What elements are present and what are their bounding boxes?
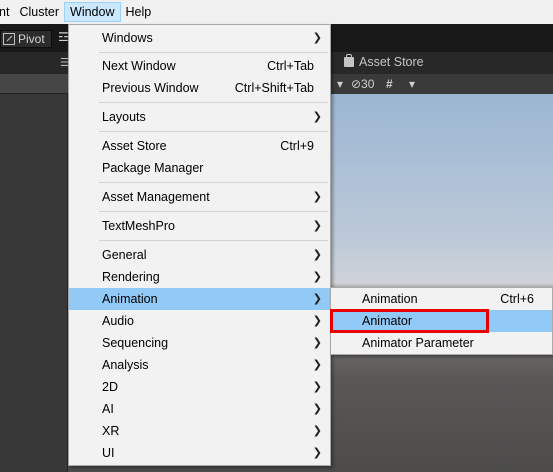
menu-item-textmeshpro[interactable]: TextMeshPro ❯ — [69, 215, 330, 237]
tab-asset-store[interactable]: Asset Store — [344, 54, 424, 69]
scene-visibility-toggle[interactable]: ⊘30 — [351, 77, 374, 91]
menu-component[interactable]: nt — [0, 2, 14, 22]
menu-item-label: Sequencing — [102, 336, 169, 350]
menu-item-label: Windows — [102, 31, 153, 45]
tab-asset-store-label: Asset Store — [359, 55, 424, 69]
menu-item-label: Next Window — [102, 59, 176, 73]
menu-window[interactable]: Window — [64, 2, 121, 22]
chevron-right-icon: ❯ — [312, 425, 322, 437]
chevron-right-icon: ❯ — [312, 381, 322, 393]
menu-item-layouts[interactable]: Layouts ❯ — [69, 106, 330, 128]
menu-separator — [99, 102, 328, 103]
menu-separator — [99, 211, 328, 212]
menu-item-ui[interactable]: UI ❯ — [69, 442, 330, 464]
chevron-right-icon: ❯ — [312, 191, 322, 203]
annotation-highlight-box — [330, 309, 489, 333]
chevron-right-icon: ❯ — [312, 111, 322, 123]
menu-item-label: Previous Window — [102, 81, 199, 95]
menu-item-label: TextMeshPro — [102, 219, 175, 233]
menu-item-label: Animator Parameter — [362, 336, 474, 350]
gizmos-icon[interactable]: # — [386, 77, 393, 91]
menu-item-asset-management[interactable]: Asset Management ❯ — [69, 186, 330, 208]
dropdown-arrow-icon[interactable]: ▾ — [337, 77, 343, 91]
menu-item-label: Layouts — [102, 110, 146, 124]
menu-item-label: 2D — [102, 380, 118, 394]
menu-item-label: Animation — [362, 292, 418, 306]
chevron-right-icon: ❯ — [312, 337, 322, 349]
menu-item-2d[interactable]: 2D ❯ — [69, 376, 330, 398]
menu-item-label: Asset Management — [102, 190, 210, 204]
menu-item-rendering[interactable]: Rendering ❯ — [69, 266, 330, 288]
menu-item-label: Package Manager — [102, 161, 204, 175]
menu-item-previous-window[interactable]: Previous Window Ctrl+Shift+Tab — [69, 77, 330, 99]
menu-item-label: Rendering — [102, 270, 160, 284]
chevron-right-icon: ❯ — [312, 359, 322, 371]
menu-item-label: XR — [102, 424, 120, 438]
menu-help[interactable]: Help — [121, 2, 157, 22]
chevron-right-icon: ❯ — [312, 315, 322, 327]
menu-item-audio[interactable]: Audio ❯ — [69, 310, 330, 332]
gizmos-dropdown-arrow-icon[interactable]: ▾ — [409, 77, 415, 91]
chevron-right-icon: ❯ — [312, 403, 322, 415]
chevron-right-icon: ❯ — [312, 293, 322, 305]
chevron-right-icon: ❯ — [312, 271, 322, 283]
menu-item-xr[interactable]: XR ❯ — [69, 420, 330, 442]
menu-cluster[interactable]: Cluster — [14, 2, 64, 22]
chevron-right-icon: ❯ — [312, 32, 322, 44]
menu-item-sequencing[interactable]: Sequencing ❯ — [69, 332, 330, 354]
submenu-item-animation[interactable]: Animation Ctrl+6 — [331, 288, 552, 310]
pivot-label: Pivot — [18, 32, 45, 46]
menu-item-label: AI — [102, 402, 114, 416]
menu-item-windows[interactable]: Windows ❯ — [69, 27, 330, 49]
menu-bar: nt Cluster Window Help — [0, 0, 553, 24]
menu-item-next-window[interactable]: Next Window Ctrl+Tab — [69, 55, 330, 77]
menu-item-label: Asset Store — [102, 139, 167, 153]
menu-item-label: Audio — [102, 314, 134, 328]
submenu-item-animator-parameter[interactable]: Animator Parameter — [331, 332, 552, 354]
menu-separator — [99, 240, 328, 241]
menu-item-general[interactable]: General ❯ — [69, 244, 330, 266]
hierarchy-panel — [0, 94, 68, 472]
menu-item-animation[interactable]: Animation ❯ — [69, 288, 330, 310]
shopping-bag-icon — [344, 54, 354, 67]
menu-separator — [99, 131, 328, 132]
menu-item-asset-store[interactable]: Asset Store Ctrl+9 — [69, 135, 330, 157]
menu-separator — [99, 52, 328, 53]
menu-item-label: Analysis — [102, 358, 149, 372]
menu-item-shortcut: Ctrl+Shift+Tab — [234, 81, 314, 95]
menu-item-label: Animation — [102, 292, 158, 306]
menu-item-analysis[interactable]: Analysis ❯ — [69, 354, 330, 376]
menu-separator — [99, 182, 328, 183]
window-menu: Windows ❯ Next Window Ctrl+Tab Previous … — [68, 24, 331, 466]
pivot-icon — [3, 33, 15, 45]
chevron-right-icon: ❯ — [312, 220, 322, 232]
hierarchy-search-bar[interactable] — [0, 74, 68, 94]
menu-item-shortcut: Ctrl+9 — [280, 139, 314, 153]
menu-item-label: UI — [102, 446, 115, 460]
chevron-right-icon: ❯ — [312, 447, 322, 459]
menu-item-ai[interactable]: AI ❯ — [69, 398, 330, 420]
menu-item-shortcut: Ctrl+Tab — [267, 59, 314, 73]
menu-item-label: General — [102, 248, 147, 262]
chevron-right-icon: ❯ — [312, 249, 322, 261]
pivot-toggle[interactable]: Pivot — [0, 30, 52, 48]
menu-item-shortcut: Ctrl+6 — [500, 292, 534, 306]
menu-item-package-manager[interactable]: Package Manager — [69, 157, 330, 179]
